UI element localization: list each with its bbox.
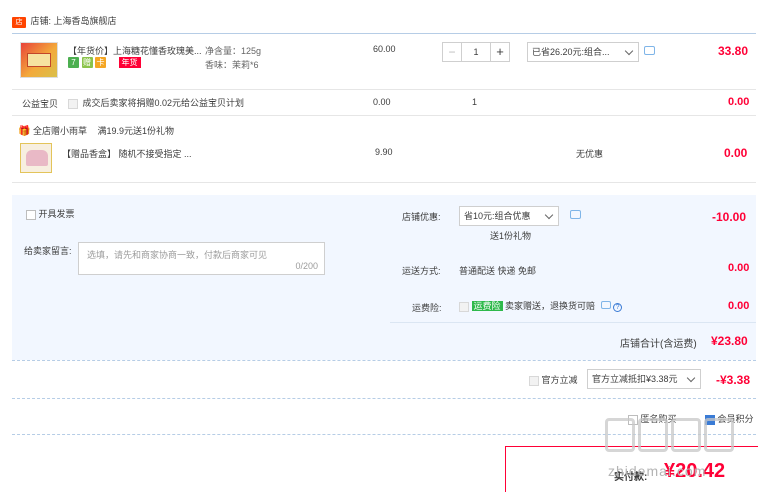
invoice-checkbox[interactable] bbox=[26, 209, 36, 220]
store-total-amount: ¥23.80 bbox=[711, 334, 748, 348]
gift-promo-status: 无优惠 bbox=[576, 149, 604, 159]
store-label: 店铺: bbox=[30, 16, 52, 26]
official-discount-value: 官方立减抵扣¥3.38元 bbox=[592, 374, 678, 384]
product-tags: 7 赠 卡 年货 bbox=[68, 57, 141, 68]
official-discount-option: 官方立减 bbox=[529, 373, 578, 386]
quantity-input[interactable]: 1 bbox=[462, 42, 490, 62]
gift-promo-label: 全店赠小雨草 bbox=[32, 126, 87, 136]
shipping-amount: 0.00 bbox=[728, 262, 750, 274]
quantity-stepper: − 1 + bbox=[442, 42, 510, 62]
charity-price: 0.00 bbox=[373, 97, 391, 107]
insurance-badge: 运费险 bbox=[471, 301, 503, 311]
invoice-option: 开具发票 bbox=[26, 207, 75, 220]
increase-button[interactable]: + bbox=[490, 42, 510, 62]
insurance-label: 运费险: bbox=[412, 303, 442, 313]
insurance-amount: 0.00 bbox=[728, 300, 750, 312]
store-discount-amount: -10.00 bbox=[712, 210, 747, 224]
charity-checkbox[interactable] bbox=[68, 98, 78, 109]
new-year-badge: 年货 bbox=[118, 57, 141, 68]
gift-promo: 🎁 全店赠小雨草 满19.9元送1份礼物 bbox=[18, 124, 174, 137]
spec-scent: 香味：茉莉*6 bbox=[205, 60, 259, 70]
store-header: 店 店铺: 上海香岛旗舰店 bbox=[12, 14, 117, 28]
charity-text: 成交后卖家将捐赠0.02元给公益宝贝计划 bbox=[82, 98, 245, 108]
gift-title-link[interactable]: 【赠品香盒】 随机不接受指定 ... bbox=[62, 147, 192, 160]
charity-qty: 1 bbox=[472, 97, 478, 107]
shipping-method: 普通配送 快递 免邮 bbox=[459, 266, 537, 276]
watermark-text: zhidemai.com bbox=[608, 463, 707, 479]
watermark-logo bbox=[605, 418, 755, 466]
message-input[interactable]: 选填，请先和商家协商一致，付款后商家可见 0/200 bbox=[78, 242, 325, 275]
gift-icon: 🎁 bbox=[18, 126, 31, 137]
chevron-down-icon bbox=[544, 210, 554, 220]
invoice-label: 开具发票 bbox=[38, 209, 75, 219]
item-discount-select[interactable]: 已省26.20元:组合... bbox=[527, 42, 639, 62]
chevron-down-icon bbox=[624, 46, 634, 56]
message-placeholder: 选填，请先和商家协商一致，付款后商家可见 bbox=[87, 250, 268, 260]
help-icon[interactable]: ? bbox=[613, 303, 623, 312]
message-counter: 0/200 bbox=[295, 261, 318, 271]
chevron-down-icon bbox=[686, 373, 696, 383]
official-discount-checkbox[interactable] bbox=[529, 375, 539, 386]
store-discount-note: 送1份礼物 bbox=[490, 231, 532, 241]
spec-weight: 净含量：125g bbox=[205, 46, 262, 56]
store-discount-label: 店铺优惠: bbox=[402, 212, 441, 222]
gift-subtotal: 0.00 bbox=[724, 146, 748, 160]
decrease-button[interactable]: − bbox=[442, 42, 462, 62]
product-title-link[interactable]: 【年货价】上海糖花懂香玫瑰美... bbox=[68, 44, 202, 57]
insurance-option: 运费险 卖家赠送，退换货可赔 ? bbox=[459, 299, 623, 312]
charity-subtotal: 0.00 bbox=[728, 96, 750, 108]
item-subtotal: 33.80 bbox=[718, 44, 749, 58]
chat-icon[interactable] bbox=[570, 210, 581, 219]
chat-icon[interactable] bbox=[644, 46, 655, 55]
card-icon: 卡 bbox=[95, 57, 107, 68]
product-thumbnail[interactable] bbox=[20, 42, 58, 78]
official-discount-label: 官方立减 bbox=[541, 375, 578, 385]
item-discount-value: 已省26.20元:组合... bbox=[532, 47, 610, 57]
official-discount-amount: -¥3.38 bbox=[716, 373, 751, 387]
unit-price: 60.00 bbox=[373, 44, 396, 54]
store-total-label: 店铺合计(含运费) bbox=[620, 339, 697, 350]
store-discount-select[interactable]: 省10元:组合优惠 bbox=[459, 206, 559, 226]
shipping-label: 运送方式: bbox=[402, 266, 441, 276]
store-icon: 店 bbox=[12, 17, 26, 28]
charity-label: 公益宝贝 bbox=[22, 99, 59, 109]
gift-price: 9.90 bbox=[375, 147, 393, 157]
charity-option: 成交后卖家将捐赠0.02元给公益宝贝计划 bbox=[68, 96, 244, 109]
message-label: 给卖家留言: bbox=[24, 246, 72, 256]
insurance-checkbox[interactable] bbox=[459, 301, 469, 312]
official-discount-select[interactable]: 官方立减抵扣¥3.38元 bbox=[587, 369, 701, 389]
store-name-link[interactable]: 上海香岛旗舰店 bbox=[54, 16, 117, 26]
gift-tag-icon: 赠 bbox=[81, 57, 93, 68]
seven-day-return-icon: 7 bbox=[68, 57, 79, 68]
store-discount-value: 省10元:组合优惠 bbox=[464, 211, 531, 221]
chat-icon[interactable] bbox=[600, 301, 611, 309]
insurance-text: 卖家赠送，退换货可赔 bbox=[505, 301, 596, 311]
gift-promo-desc: 满19.9元送1份礼物 bbox=[97, 126, 175, 136]
gift-thumbnail[interactable] bbox=[20, 143, 52, 173]
